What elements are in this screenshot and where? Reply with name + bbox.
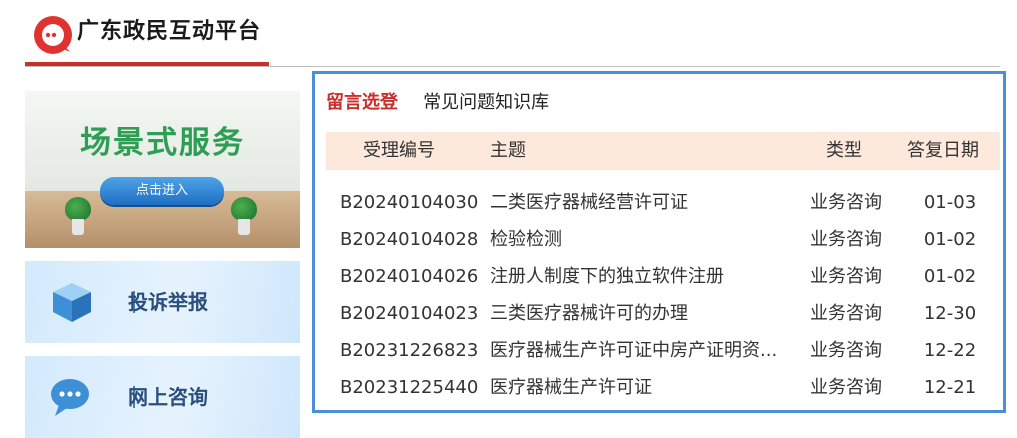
table-header: 受理编号 主题 类型 答复日期 — [326, 132, 1000, 170]
row-type: 业务咨询 — [810, 340, 882, 361]
row-date: 01-03 — [923, 192, 977, 213]
chat-bubble-logo-icon[interactable] — [32, 14, 74, 56]
row-date: 12-21 — [923, 377, 977, 398]
row-type: 业务咨询 — [810, 192, 882, 213]
row-subject-link[interactable]: 注册人制度下的独立软件注册 — [490, 258, 796, 295]
column-header-date: 答复日期 — [907, 140, 979, 161]
table-row[interactable]: B20240104023 三类医疗器械许可的办理 业务咨询 12-30 — [326, 295, 1000, 332]
table-row[interactable]: B20240104028 检验检测 业务咨询 01-02 — [326, 221, 1000, 258]
header-divider — [25, 66, 1000, 67]
row-id: B20240104030 — [340, 192, 479, 213]
online-consult-label: 网上咨询 — [128, 385, 208, 409]
row-type: 业务咨询 — [810, 303, 882, 324]
table-row[interactable]: B20240104026 注册人制度下的独立软件注册 业务咨询 01-02 — [326, 258, 1000, 295]
row-subject-link[interactable]: 医疗器械生产许可证中房产证明资... — [490, 332, 796, 369]
row-type: 业务咨询 — [810, 229, 882, 250]
row-id: B20240104023 — [340, 303, 479, 324]
site-title[interactable]: 广东政民互动平台 — [77, 16, 261, 48]
row-date: 12-30 — [923, 303, 977, 324]
banner-title: 场景式服务 — [80, 125, 245, 161]
row-id: B20240104026 — [340, 266, 479, 287]
row-subject-link[interactable]: 医疗器械生产许可证 — [490, 369, 796, 406]
row-type: 业务咨询 — [810, 266, 882, 287]
scenario-service-banner[interactable]: 场景式服务 点击进入 — [25, 91, 300, 248]
online-consult-card[interactable]: 网上咨询 — [25, 356, 300, 438]
plant-icon — [65, 197, 91, 237]
plant-icon — [231, 197, 257, 237]
panel-tabs: 留言选登 常见问题知识库 — [326, 90, 569, 120]
tab-selected-messages[interactable]: 留言选登 — [326, 90, 398, 116]
table-row[interactable]: B20240104030 二类医疗器械经营许可证 业务咨询 01-03 — [326, 184, 1000, 221]
tab-faq-knowledge-base[interactable]: 常见问题知识库 — [423, 90, 549, 116]
row-id: B20240104028 — [340, 229, 479, 250]
complaint-report-card[interactable]: 投诉举报 — [25, 261, 300, 343]
chat-dots-icon — [49, 374, 95, 420]
column-header-subject: 主题 — [490, 140, 526, 161]
row-id: B20231226823 — [340, 340, 479, 361]
table-row[interactable]: B20231226823 医疗器械生产许可证中房产证明资... 业务咨询 12-… — [326, 332, 1000, 369]
row-date: 01-02 — [923, 229, 977, 250]
column-header-type: 类型 — [826, 140, 862, 161]
column-header-id: 受理编号 — [363, 140, 435, 161]
row-subject-link[interactable]: 三类医疗器械许可的办理 — [490, 295, 796, 332]
row-date: 01-02 — [923, 266, 977, 287]
row-subject-link[interactable]: 检验检测 — [490, 221, 796, 258]
table-row[interactable]: B20231225440 医疗器械生产许可证 业务咨询 12-21 — [326, 369, 1000, 406]
enter-button[interactable]: 点击进入 — [100, 177, 224, 205]
message-panel: 留言选登 常见问题知识库 受理编号 主题 类型 答复日期 B2024010403… — [312, 71, 1006, 413]
row-subject-link[interactable]: 二类医疗器械经营许可证 — [490, 184, 796, 221]
cube-box-icon — [49, 279, 95, 325]
row-id: B20231225440 — [340, 377, 479, 398]
row-type: 业务咨询 — [810, 377, 882, 398]
complaint-report-label: 投诉举报 — [128, 290, 208, 314]
site-header: 广东政民互动平台 — [0, 0, 1017, 70]
row-date: 12-22 — [923, 340, 977, 361]
